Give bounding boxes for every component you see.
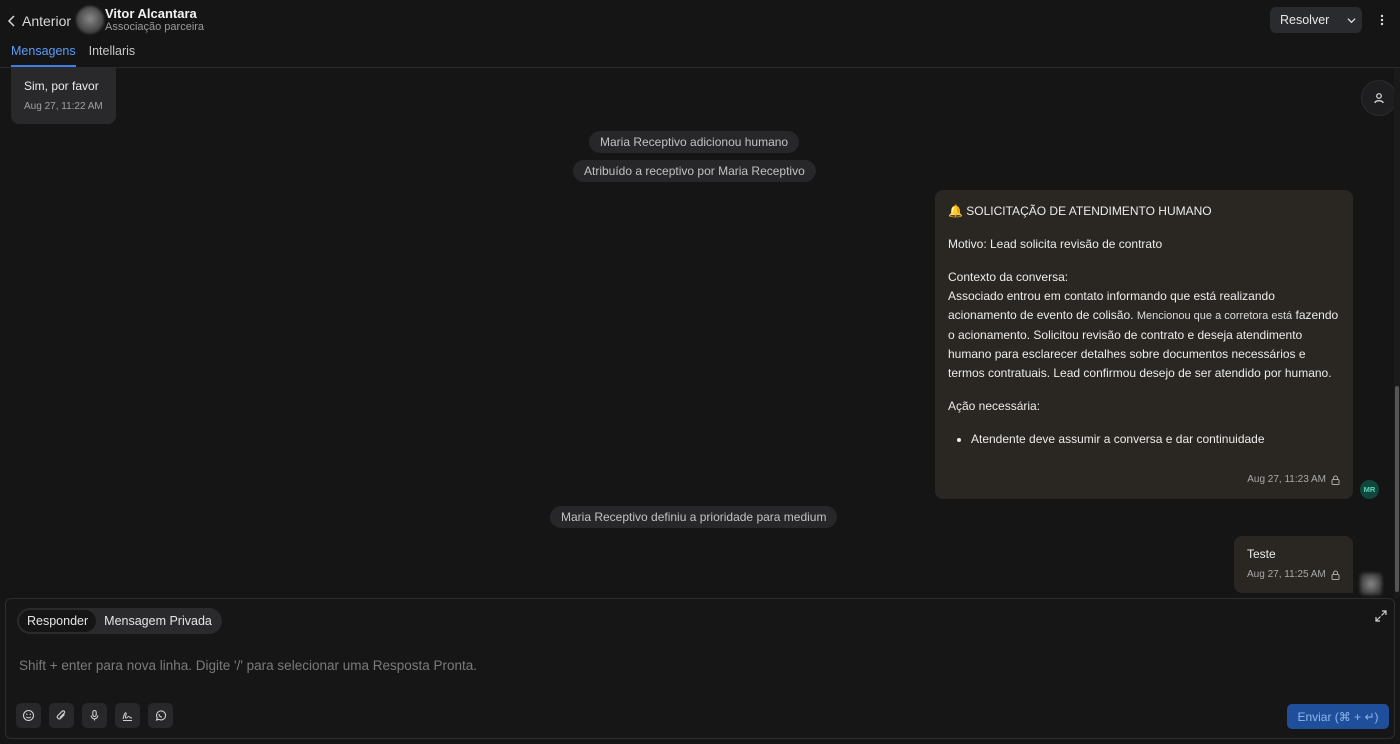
action-item: Atendente deve assumir a conversa e dar … bbox=[971, 430, 1340, 449]
handoff-context: Contexto da conversa: Associado entrou e… bbox=[948, 268, 1340, 383]
message-meta: Aug 27, 11:23 AM bbox=[1247, 470, 1340, 489]
whatsapp-icon bbox=[155, 710, 167, 721]
conversation-tabs: Mensagens Intellaris bbox=[11, 44, 135, 67]
contact-subtitle: Associação parceira bbox=[105, 21, 205, 33]
chevron-left-icon bbox=[7, 15, 15, 27]
mode-responder[interactable]: Responder bbox=[19, 610, 97, 632]
sender-avatar bbox=[1360, 573, 1382, 595]
message-time: Aug 27, 11:23 AM bbox=[1247, 474, 1326, 485]
agent-avatar: MR bbox=[1360, 480, 1379, 499]
signature-button[interactable] bbox=[115, 703, 140, 728]
kebab-menu-icon bbox=[1380, 14, 1384, 26]
action-list: Atendente deve assumir a conversa e dar … bbox=[971, 430, 1340, 449]
expand-composer-button[interactable] bbox=[1374, 609, 1388, 623]
microphone-icon bbox=[90, 709, 99, 721]
message-text: Teste bbox=[1247, 547, 1276, 561]
back-label: Anterior bbox=[22, 13, 72, 29]
handoff-message[interactable]: 🔔 SOLICITAÇÃO DE ATENDIMENTO HUMANO Moti… bbox=[935, 190, 1353, 499]
tab-mensagens[interactable]: Mensagens bbox=[11, 44, 76, 67]
lock-icon bbox=[1331, 475, 1340, 485]
contact-name[interactable]: Vitor Alcantara bbox=[105, 6, 197, 21]
reply-composer: Responder Mensagem Privada Shift + enter… bbox=[5, 598, 1395, 739]
contact-avatar[interactable] bbox=[76, 6, 104, 34]
activity-event: Maria Receptivo adicionou humano bbox=[589, 131, 800, 153]
lock-icon bbox=[1331, 570, 1340, 580]
chevron-down-icon bbox=[1346, 17, 1356, 23]
handoff-reason: Motivo: Lead solicita revisão de contrat… bbox=[948, 237, 1163, 251]
voice-button[interactable] bbox=[82, 703, 107, 728]
tab-intellaris[interactable]: Intellaris bbox=[89, 44, 136, 67]
context-title: Contexto da conversa: bbox=[948, 270, 1069, 284]
activity-event: Atribuído a receptivo por Maria Receptiv… bbox=[573, 160, 816, 182]
emoji-button[interactable] bbox=[16, 703, 41, 728]
message-text: Sim, por favor bbox=[24, 79, 99, 93]
message-time: Aug 27, 11:22 AM bbox=[24, 101, 103, 112]
mode-private-message[interactable]: Mensagem Privada bbox=[96, 610, 220, 632]
incoming-message[interactable]: Sim, por favor Aug 27, 11:22 AM bbox=[11, 68, 116, 124]
message-scrollbar[interactable] bbox=[1394, 68, 1400, 598]
reply-mode-toggle: Responder Mensagem Privada bbox=[17, 608, 222, 634]
emoji-icon bbox=[22, 709, 35, 722]
handoff-title: 🔔 SOLICITAÇÃO DE ATENDIMENTO HUMANO bbox=[948, 204, 1212, 218]
back-button[interactable]: Anterior bbox=[6, 11, 71, 31]
scrollbar-thumb[interactable] bbox=[1395, 386, 1399, 592]
conversation-header: Anterior Vitor Alcantara Associação parc… bbox=[0, 0, 1400, 68]
expand-icon bbox=[1375, 610, 1387, 622]
activity-event: Maria Receptivo definiu a prioridade par… bbox=[550, 506, 838, 528]
outgoing-message[interactable]: Teste Aug 27, 11:25 AM bbox=[1234, 536, 1353, 593]
signature-icon bbox=[122, 712, 133, 721]
message-time: Aug 27, 11:25 AM bbox=[1247, 569, 1326, 580]
context-text-small: Mencionou que a corretora está bbox=[1136, 310, 1293, 322]
attach-button[interactable] bbox=[49, 703, 74, 728]
more-options-button[interactable] bbox=[1372, 10, 1392, 30]
composer-toolbar bbox=[16, 703, 173, 728]
conversation-view: Anterior Vitor Alcantara Associação parc… bbox=[0, 0, 1400, 744]
user-icon bbox=[1374, 93, 1384, 104]
message-meta: Aug 27, 11:25 AM bbox=[1247, 569, 1340, 580]
whatsapp-template-button[interactable] bbox=[148, 703, 173, 728]
resolve-label: Resolver bbox=[1280, 13, 1330, 27]
resolve-dropdown[interactable] bbox=[1340, 7, 1362, 33]
message-input[interactable] bbox=[19, 655, 1219, 675]
resolve-button[interactable]: Resolver bbox=[1270, 7, 1362, 33]
action-title: Ação necessária: bbox=[948, 399, 1041, 413]
contact-panel-button[interactable] bbox=[1361, 80, 1397, 116]
paperclip-icon bbox=[56, 710, 66, 720]
send-button[interactable]: Enviar (⌘ + ↵) bbox=[1287, 704, 1389, 729]
